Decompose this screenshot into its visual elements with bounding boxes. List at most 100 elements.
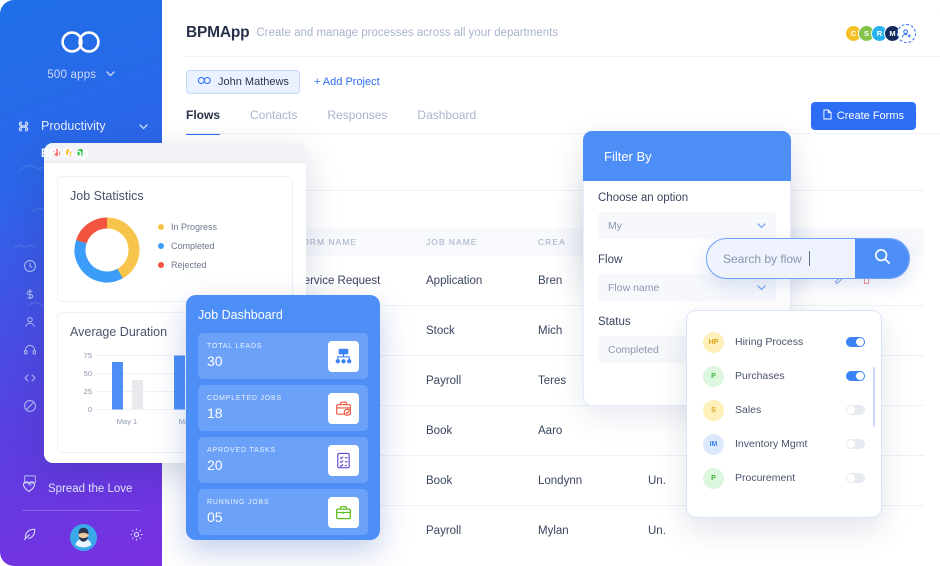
sidebar-divider (22, 510, 140, 511)
apps-count-dropdown[interactable]: 500 apps (0, 68, 162, 81)
search-by-flow-input[interactable]: Search by flow (706, 238, 910, 279)
page-subtitle: Create and manage processes across all y… (256, 27, 559, 39)
text-caret (808, 251, 811, 266)
flow-toggle[interactable] (846, 337, 865, 347)
scrollbar[interactable] (872, 367, 875, 427)
avatar: IM (703, 433, 724, 455)
member-avatar-group: C S R M (845, 24, 916, 43)
dollar-icon[interactable] (0, 280, 60, 308)
flow-toggle[interactable] (846, 405, 865, 415)
headset-icon[interactable] (0, 336, 60, 364)
col-header-form-name: FORM NAME (296, 237, 357, 247)
sidebar-bottom-actions (22, 518, 144, 556)
svg-text:May 1: May 1 (117, 417, 137, 426)
stat-total-leads[interactable]: TOTAL LEADS 30 (198, 333, 368, 379)
project-chip-john-mathews[interactable]: John Mathews (186, 70, 300, 94)
gear-icon[interactable] (129, 527, 144, 547)
avatar: P (703, 365, 724, 387)
filter-panel-header: Filter By (583, 131, 791, 181)
cell-job-name: Stock (426, 324, 455, 337)
user-avatar[interactable] (69, 523, 97, 551)
tab-flows[interactable]: Flows (186, 108, 221, 135)
tab-responses[interactable]: Responses (327, 108, 387, 135)
chevron-down-icon (757, 220, 766, 232)
legend-swatch (158, 261, 164, 268)
filter-choose-select[interactable]: My (598, 212, 776, 239)
flow-item-label: Sales (735, 404, 762, 416)
bar-may2-current (174, 355, 185, 410)
cell-job-name: Book (426, 424, 453, 437)
flow-toggle[interactable] (846, 473, 865, 483)
flow-item-label: Purchases (735, 370, 785, 382)
filter-status-value: Completed (608, 343, 659, 356)
job-dashboard-title: Job Dashboard (198, 308, 283, 322)
flow-toggle[interactable] (846, 371, 865, 381)
stat-running-jobs[interactable]: RUNNING JOBS 05 (198, 489, 368, 535)
stat-value: 18 (207, 405, 223, 421)
create-forms-label: Create Forms (836, 110, 904, 122)
flow-toggle[interactable] (846, 439, 865, 449)
tab-contacts[interactable]: Contacts (250, 108, 297, 135)
project-bar: John Mathews + Add Project (162, 56, 940, 94)
avatar: P (703, 467, 724, 489)
briefcase-check-icon (328, 392, 359, 424)
filter-panel-title: Filter By (604, 148, 652, 164)
sidebar-item-bpmapp[interactable]: BPMApp (0, 148, 162, 160)
magnifier-icon (873, 247, 892, 271)
svg-text:50: 50 (84, 369, 92, 378)
stat-label: TOTAL LEADS (207, 343, 263, 350)
infinity-logo-icon (58, 30, 104, 59)
feather-pen-icon[interactable] (22, 527, 37, 547)
job-statistics-title: Job Statistics (70, 189, 144, 203)
code-brackets-icon[interactable] (0, 364, 60, 392)
add-person-icon[interactable] (897, 24, 916, 43)
flow-item-inventory-mgmt[interactable]: IM Inventory Mgmt (687, 427, 881, 461)
search-by-flow-placeholder: Search by flow (723, 251, 802, 266)
sidebar-category-productivity[interactable]: Productivity (0, 117, 162, 135)
page-header: BPMApp Create and manage processes acros… (162, 0, 940, 43)
chevron-down-icon (757, 282, 766, 294)
sidebar-icon-nav (0, 252, 60, 494)
bar-may1-current (112, 362, 123, 410)
add-project-button[interactable]: + Add Project (314, 76, 380, 88)
cell-job-name: Application (426, 274, 483, 287)
flow-item-label: Hiring Process (735, 336, 804, 348)
flow-item-label: Inventory Mgmt (735, 438, 808, 450)
flow-item-procurement[interactable]: P Procurement (687, 461, 881, 495)
tabs-divider (186, 133, 940, 134)
page-title: BPMApp (186, 24, 250, 41)
flow-item-sales[interactable]: S Sales (687, 393, 881, 427)
cell-created-by: Mylan (538, 525, 569, 537)
person-icon[interactable] (0, 308, 60, 336)
cell-created-by: Londynn (538, 474, 583, 487)
chevron-down-icon (106, 68, 115, 80)
stat-value: 05 (207, 509, 223, 525)
flow-item-hiring-process[interactable]: HP Hiring Process (687, 325, 881, 359)
stat-approved-tasks[interactable]: APROVED TASKS 20 (198, 437, 368, 483)
cell-form-name: Service Request (296, 274, 381, 287)
job-statistics-donut-chart (74, 217, 140, 283)
tab-dashboard[interactable]: Dashboard (417, 108, 476, 135)
shield-globe-icon[interactable] (0, 392, 60, 420)
tab-bar: Flows Contacts Responses Dashboard Creat… (162, 94, 940, 135)
cell-job-name: Payroll (426, 525, 462, 537)
legend-item: Completed (158, 241, 217, 251)
project-chip-label: John Mathews (218, 76, 289, 88)
legend-label: Completed (171, 240, 215, 251)
checklist-icon (328, 444, 359, 476)
search-submit-button[interactable] (855, 239, 909, 278)
sidebar-item-spread-the-love[interactable]: Spread the Love (22, 480, 132, 498)
apps-count-label: 500 apps (47, 69, 97, 81)
flow-item-purchases[interactable]: P Purchases (687, 359, 881, 393)
svg-text:0: 0 (88, 405, 92, 414)
bar-may1-previous (132, 380, 143, 410)
cell-job-name: Book (426, 474, 453, 487)
svg-text:25: 25 (84, 387, 92, 396)
cell-created-by: Aaro (538, 424, 563, 437)
stat-completed-jobs[interactable]: COMPLETED JOBS 18 (198, 385, 368, 431)
globe-clock-icon[interactable] (0, 252, 60, 280)
job-statistics-card: Job Statistics In Progress Completed Rej… (57, 176, 293, 302)
create-forms-button[interactable]: Create Forms (810, 102, 916, 130)
job-dashboard-card: Job Dashboard TOTAL LEADS 30 COMPLETED J… (186, 295, 380, 540)
document-icon (823, 109, 832, 123)
